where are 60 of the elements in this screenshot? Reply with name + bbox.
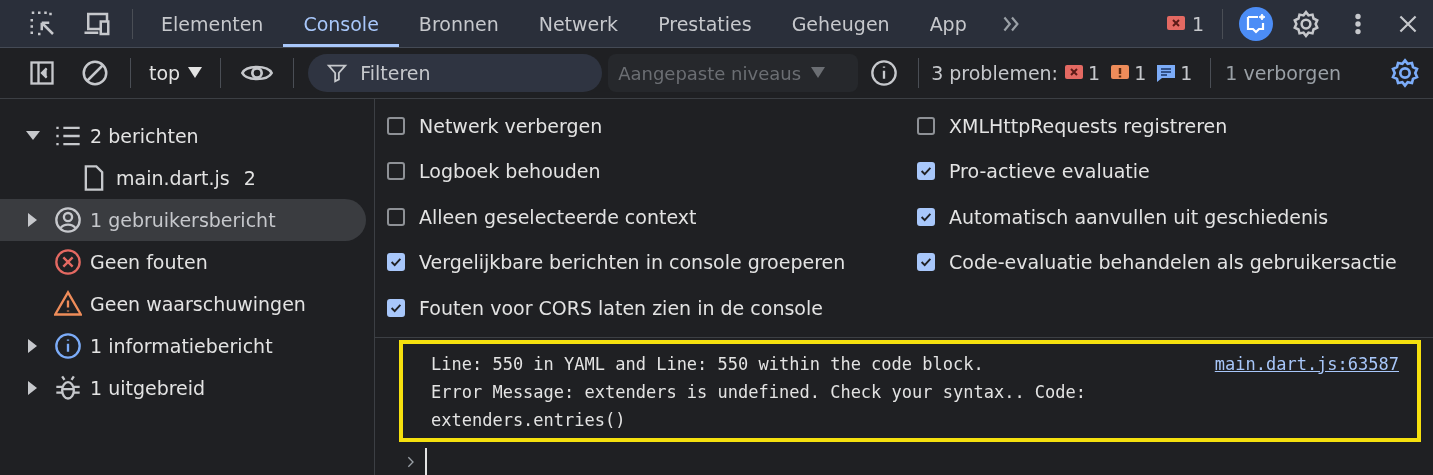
panel-tab[interactable]: Netwerk <box>518 0 639 47</box>
sidebar-item[interactable]: Geen fouten <box>0 241 366 283</box>
issue-count[interactable]: 1 <box>1180 62 1193 84</box>
checkbox-label[interactable]: Netwerk verbergen <box>419 114 603 137</box>
sidebar-item[interactable]: 1 uitgebreid <box>0 367 366 409</box>
sidebar-item[interactable]: Geen waarschuwingen <box>0 283 366 325</box>
checkbox-label[interactable]: Code-evaluatie behandelen als gebruikersactie <box>949 251 1397 274</box>
checkbox[interactable] <box>387 207 405 226</box>
checkbox[interactable] <box>917 116 935 135</box>
checkbox[interactable] <box>917 162 935 181</box>
ai-assistant-icon[interactable] <box>1239 6 1273 41</box>
message-text: Error Message: extenders is undefined. Check your syntax.. Code: <box>431 380 1087 404</box>
error-count: 1 <box>1191 12 1204 35</box>
panel-tab[interactable]: Elementen <box>141 0 284 47</box>
console-settings-icon[interactable] <box>1389 57 1421 89</box>
message-text: Line: 550 in YAML and Line: 550 within the code block. <box>431 352 984 376</box>
expanded-arrow-icon[interactable] <box>26 131 40 141</box>
source-link[interactable]: main.dart.js:63587 <box>1194 349 1399 378</box>
info-icon[interactable] <box>870 59 899 87</box>
context-selector[interactable]: top <box>139 62 213 84</box>
panel-tab[interactable]: Prestaties <box>638 0 772 47</box>
issue-count[interactable]: 1 <box>1088 62 1101 84</box>
warning-icon <box>54 290 82 318</box>
clear-console-icon[interactable] <box>80 58 110 88</box>
error-count-badge[interactable]: 1 <box>1165 12 1204 35</box>
checkbox-label[interactable]: Fouten voor CORS laten zien in de console <box>419 296 823 319</box>
checkbox-label[interactable]: Pro-actieve evaluatie <box>949 160 1150 183</box>
checkbox[interactable] <box>387 162 405 181</box>
info-icon <box>1156 63 1177 83</box>
checkbox[interactable] <box>917 207 935 226</box>
sidebar-item[interactable]: main.dart.js 2 <box>0 157 366 199</box>
caret-icon <box>188 67 203 79</box>
filter-icon <box>326 62 349 84</box>
bug-icon <box>54 374 82 402</box>
checkbox-label[interactable]: Logboek behouden <box>419 160 601 183</box>
checkbox[interactable] <box>387 298 405 317</box>
panel-tab[interactable]: Geheugen <box>771 0 910 47</box>
checkbox[interactable] <box>387 116 405 135</box>
panel-tab[interactable]: App <box>909 0 987 47</box>
panel-tab[interactable]: Bronnen <box>398 0 519 47</box>
info-icon <box>54 332 82 360</box>
checkbox-label[interactable]: Alleen geselecteerde context <box>419 205 697 228</box>
issues-label: 3 problemen: <box>931 62 1059 84</box>
checkbox-label[interactable]: XMLHttpRequests registreren <box>949 114 1228 137</box>
message-text: extenders.entries() <box>431 408 626 432</box>
issue-count[interactable]: 1 <box>1134 62 1147 84</box>
checkbox[interactable] <box>917 253 935 272</box>
sidebar-item[interactable]: 2 berichten <box>0 115 366 157</box>
hidden-count: 1 verborgen <box>1225 62 1342 84</box>
sidebar-item[interactable]: 1 gebruikersbericht <box>0 199 366 241</box>
caret-icon <box>811 67 826 79</box>
sidebar-toggle-icon[interactable] <box>28 59 56 87</box>
filter-field[interactable]: Filteren <box>308 54 603 92</box>
checkbox[interactable] <box>387 253 405 272</box>
checkbox-label[interactable]: Vergelijkbare berichten in console groeperen <box>419 251 846 274</box>
settings-icon[interactable] <box>1291 8 1321 39</box>
error-icon <box>54 248 82 276</box>
sidebar-item[interactable]: 1 informatiebericht <box>0 325 366 367</box>
user-icon <box>54 206 82 234</box>
checkbox-label[interactable]: Automatisch aanvullen uit geschiedenis <box>949 205 1329 228</box>
